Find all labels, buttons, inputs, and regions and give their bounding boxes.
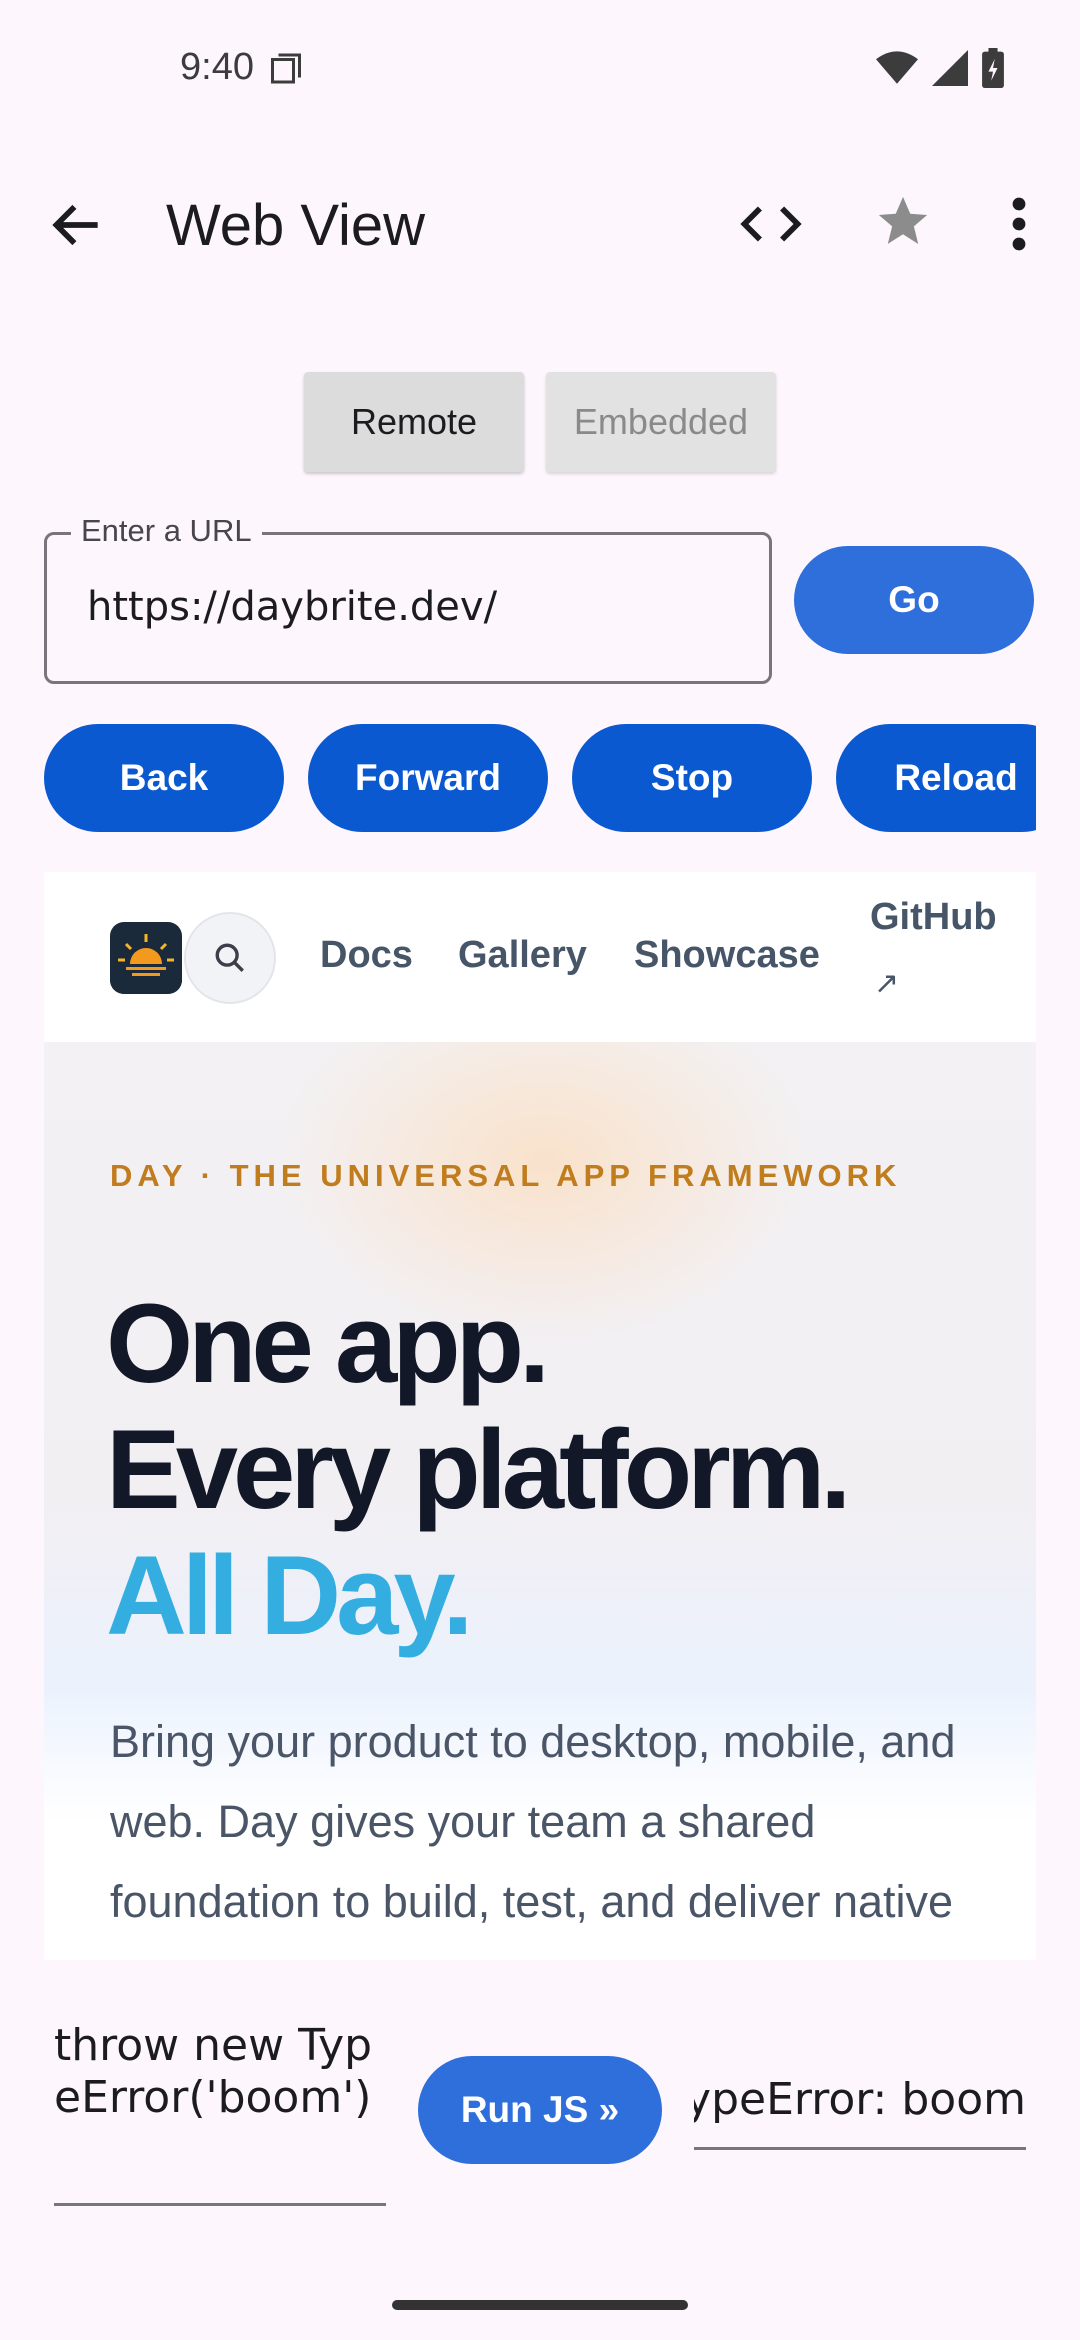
status-time: 9:40 — [180, 46, 254, 88]
go-button[interactable]: Go — [794, 546, 1034, 654]
back-button[interactable]: Back — [44, 724, 284, 832]
screenshot-notification-icon — [271, 53, 301, 84]
site-nav-showcase[interactable]: Showcase — [634, 934, 820, 977]
js-result-field[interactable]: TypeError: boom — [694, 2074, 1026, 2150]
url-field-label: Enter a URL — [71, 513, 262, 549]
hero-headline-line-2: Every platform. — [106, 1407, 851, 1532]
js-code-input[interactable]: throw new TypeError('boom') — [54, 2020, 386, 2206]
top-app-bar: Web View — [0, 170, 1080, 280]
reload-button-clip: Reload — [836, 724, 1036, 832]
js-result-text: TypeError: boom — [694, 2074, 1026, 2125]
back-arrow-icon[interactable] — [46, 194, 108, 256]
sun-logo-icon — [110, 934, 182, 994]
site-search-button[interactable] — [184, 912, 276, 1004]
star-icon[interactable] — [874, 192, 932, 250]
battery-icon — [982, 48, 1004, 88]
site-header: Docs Gallery Showcase GitHub ↗ — [44, 872, 1036, 1042]
site-nav-docs[interactable]: Docs — [320, 934, 413, 977]
embedded-tab-button[interactable]: Embedded — [546, 372, 776, 472]
remote-tab-button[interactable]: Remote — [304, 372, 524, 472]
stop-button[interactable]: Stop — [572, 724, 812, 832]
hero-description: Bring your product to desktop, mobile, a… — [110, 1716, 956, 1960]
web-view[interactable]: Docs Gallery Showcase GitHub ↗ DAY · THE… — [44, 872, 1036, 1960]
hero-eyebrow: DAY · THE UNIVERSAL APP FRAMEWORK — [110, 1158, 902, 1193]
site-nav-gallery[interactable]: Gallery — [458, 934, 587, 977]
external-link-icon: ↗ — [874, 967, 900, 1000]
wifi-icon — [876, 51, 918, 84]
forward-button[interactable]: Forward — [308, 724, 548, 832]
search-icon — [215, 943, 244, 972]
hero-headline-line-1: One app. — [106, 1281, 550, 1406]
hero-section: DAY · THE UNIVERSAL APP FRAMEWORK One ap… — [44, 1042, 1036, 1960]
site-nav-github[interactable]: GitHub — [870, 896, 997, 939]
more-options-icon[interactable] — [1004, 194, 1034, 254]
signal-icon — [932, 50, 968, 86]
page-title: Web View — [166, 193, 425, 258]
home-indicator[interactable] — [392, 2300, 688, 2310]
hero-headline-line-3: All Day. — [106, 1533, 473, 1658]
url-field[interactable]: Enter a URL — [44, 513, 772, 684]
code-icon[interactable] — [740, 196, 802, 252]
url-input[interactable] — [87, 577, 727, 637]
run-js-button[interactable]: Run JS » — [418, 2056, 662, 2164]
daybrite-logo[interactable] — [110, 922, 182, 994]
status-bar: 9:40 — [0, 0, 1080, 140]
reload-button[interactable]: Reload — [836, 724, 1036, 832]
